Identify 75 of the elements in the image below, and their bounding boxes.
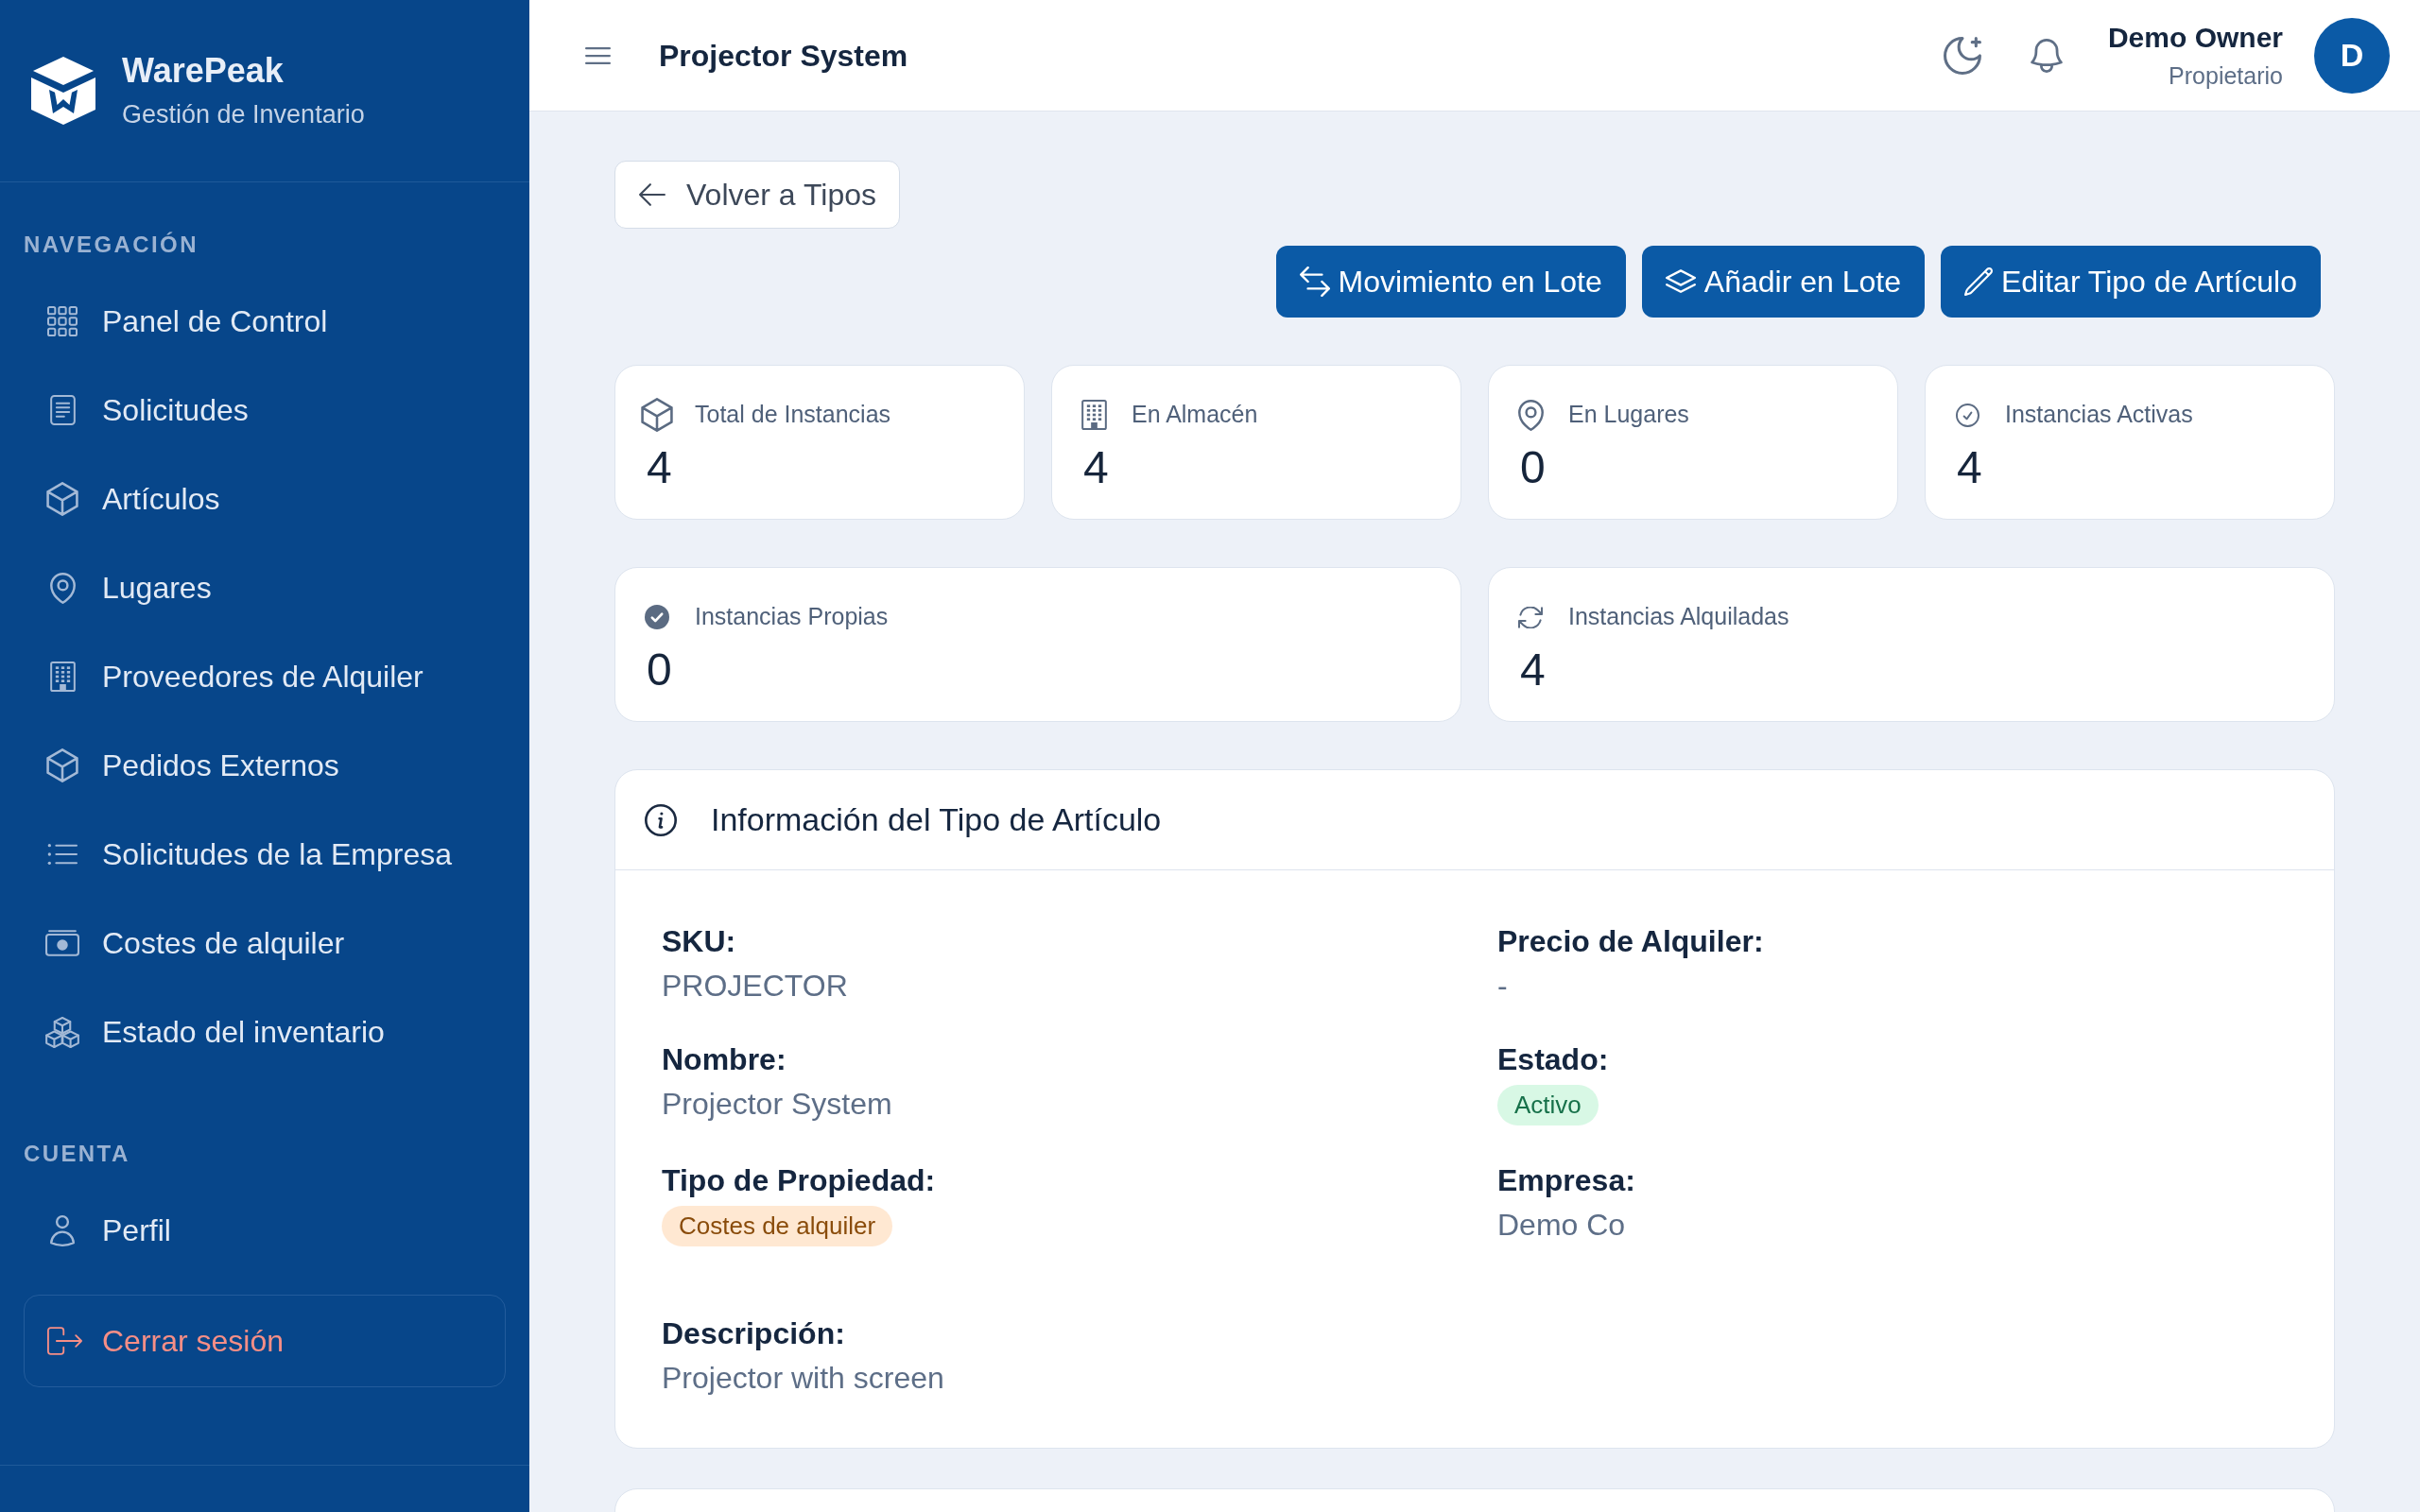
- nav-item[interactable]: Lugares: [24, 550, 506, 626]
- info-icon: [645, 803, 677, 836]
- avatar[interactable]: D: [2314, 17, 2390, 94]
- field-label: Nombre:: [662, 1041, 786, 1078]
- building-icon: [49, 662, 76, 692]
- banknote-icon: [45, 930, 79, 956]
- layers-icon: [1665, 269, 1696, 294]
- user-icon: [50, 1214, 75, 1246]
- logout-button[interactable]: Cerrar sesión: [24, 1295, 506, 1387]
- stat-value: 0: [646, 644, 673, 696]
- cube-icon: [46, 748, 78, 782]
- badge: Costes de alquiler: [662, 1206, 893, 1246]
- swap-arrows-icon: [1299, 266, 1330, 297]
- field-value: Projector System: [662, 1086, 892, 1123]
- stat-value: 4: [1956, 441, 1983, 494]
- document-icon: [49, 395, 76, 425]
- stat-value: 4: [1082, 441, 1110, 494]
- nav-item[interactable]: Costes de alquiler: [24, 905, 506, 981]
- cubes-icon: [45, 1016, 79, 1048]
- nav-item[interactable]: Solicitudes de la Empresa: [24, 816, 506, 892]
- building-icon: [1080, 400, 1107, 430]
- pencil-icon: [1963, 267, 1993, 296]
- logo-icon: [31, 57, 95, 125]
- map-pin-icon: [1517, 399, 1544, 431]
- badge: Activo: [1497, 1085, 1599, 1125]
- field-label: Estado:: [1497, 1041, 1609, 1078]
- field-value: Projector with screen: [662, 1360, 944, 1397]
- section-heading: CUENTA: [24, 1140, 131, 1168]
- brand-name: WarePeak: [122, 50, 285, 92]
- arrow-left-icon: [639, 183, 666, 206]
- section-heading: NAVEGACIÓN: [24, 231, 199, 259]
- add-button[interactable]: Añadir en Lote: [1641, 246, 1925, 318]
- field-value: -: [1497, 968, 1508, 1005]
- grid-icon: [47, 306, 78, 336]
- menu-icon[interactable]: [585, 46, 611, 64]
- stat-value: 4: [646, 441, 673, 494]
- field-label: Tipo de Propiedad:: [662, 1162, 936, 1199]
- field-label: Precio de Alquiler:: [1497, 923, 1764, 960]
- brand-subtitle: Gestión de Inventario: [122, 99, 365, 130]
- nav-item[interactable]: Estado del inventario: [24, 994, 506, 1070]
- page-title: Projector System: [659, 37, 908, 75]
- logout-icon: [47, 1327, 82, 1355]
- nav-item[interactable]: Solicitudes: [24, 372, 506, 448]
- field-label: Empresa:: [1497, 1162, 1635, 1199]
- stat-label: En Lugares: [1568, 400, 1689, 430]
- cube-icon: [641, 398, 673, 432]
- stat-value: 0: [1519, 441, 1547, 494]
- stat-label: Instancias Activas: [2005, 400, 2193, 430]
- move-button[interactable]: Movimiento en Lote: [1275, 246, 1626, 318]
- user-name: Demo Owner: [2107, 20, 2283, 55]
- field-value: Demo Co: [1497, 1207, 1626, 1244]
- field-value: PROJECTOR: [662, 968, 848, 1005]
- bell-icon[interactable]: [2030, 38, 2063, 73]
- stat-value: 4: [1519, 644, 1547, 696]
- list-icon: [47, 843, 78, 866]
- nav-item[interactable]: Artículos: [24, 461, 506, 537]
- nav-item[interactable]: Perfil: [24, 1193, 506, 1268]
- field-label: Descripción:: [662, 1315, 845, 1352]
- map-pin-icon: [49, 572, 76, 604]
- field-label: SKU:: [662, 923, 736, 960]
- edit-button[interactable]: Editar Tipo de Artículo: [1940, 246, 2321, 318]
- nav-item[interactable]: Pedidos Externos: [24, 728, 506, 803]
- stat-label: Total de Instancias: [695, 400, 891, 430]
- card-title: Información del Tipo de Artículo: [711, 800, 1162, 839]
- cube-icon: [46, 482, 78, 516]
- moon-icon[interactable]: [1943, 36, 1983, 75]
- circular-arrows-icon: [1518, 606, 1543, 628]
- stat-label: Instancias Propias: [695, 602, 889, 632]
- nav-item[interactable]: Proveedores de Alquiler: [24, 639, 506, 714]
- back-button[interactable]: Volver a Tipos: [614, 161, 900, 229]
- check-circle-icon: [645, 605, 669, 629]
- stat-label: Instancias Alquiladas: [1568, 602, 1789, 632]
- user-role: Propietario: [2169, 60, 2283, 91]
- stat-label: En Almacén: [1132, 400, 1258, 430]
- nav-item[interactable]: Panel de Control: [24, 284, 506, 359]
